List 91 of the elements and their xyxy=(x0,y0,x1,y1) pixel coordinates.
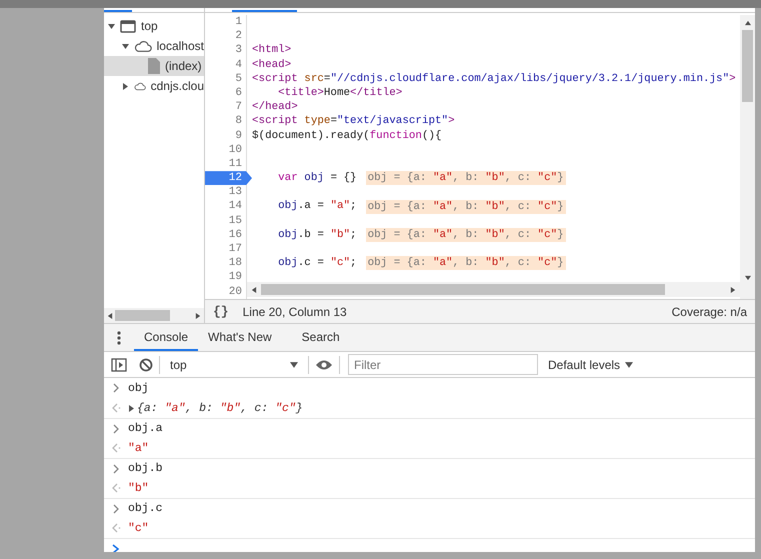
prompt-icon xyxy=(112,504,121,514)
code-line: var obj = {} xyxy=(277,171,357,186)
result-text[interactable]: {a: "a", b: "b", c: "c"} xyxy=(137,402,303,414)
cursor-position: Line 20, Column 13 xyxy=(242,304,347,318)
sidebar-toggle-icon[interactable] xyxy=(111,358,127,372)
inline-value: obj = {a: "a", b: "b", c: "c"} xyxy=(366,171,566,186)
line-number[interactable]: 19 xyxy=(205,270,246,285)
triangle-icon xyxy=(251,286,257,292)
inline-value: obj = {a: "a", b: "b", c: "c"} xyxy=(366,228,566,242)
menu-icon[interactable] xyxy=(117,330,121,344)
line-number[interactable]: 7 xyxy=(205,100,246,114)
context-select[interactable]: top xyxy=(166,358,302,372)
triangle-icon xyxy=(195,312,201,318)
code-line: <script src="//cdnjs.cloudflare.com/ajax/libs/jquery/3.2.1/jquery.min.js"> xyxy=(252,72,736,86)
triangle-icon xyxy=(744,20,750,26)
window-icon xyxy=(120,20,136,32)
result-text: "b" xyxy=(128,482,149,494)
eye-icon[interactable] xyxy=(315,358,333,370)
result-text: "a" xyxy=(128,442,149,454)
tab-indicator xyxy=(104,10,132,12)
clear-icon[interactable] xyxy=(139,358,153,372)
prompt-icon[interactable] xyxy=(112,544,120,552)
command-text: obj.c xyxy=(128,502,163,515)
triangle-icon xyxy=(730,286,736,292)
tree-item[interactable]: top xyxy=(104,16,204,36)
result-text: "c" xyxy=(128,522,149,534)
scroll-thumb[interactable] xyxy=(261,284,665,295)
line-number[interactable]: 11 xyxy=(205,156,246,172)
code-line: obj.a = "a"; xyxy=(277,199,357,214)
line-number[interactable]: 5 xyxy=(205,72,246,86)
line-number[interactable]: 9 xyxy=(205,128,246,143)
code-line: obj.c = "c"; xyxy=(277,256,357,270)
triangle-icon xyxy=(107,312,113,318)
line-number[interactable]: 14 xyxy=(205,199,246,214)
line-number[interactable]: 16 xyxy=(205,228,246,242)
levels-dropdown[interactable]: Default levels xyxy=(548,358,634,372)
coverage-label: Coverage: n/a xyxy=(672,304,747,318)
code-line: <html> xyxy=(252,43,292,58)
drawer-tab[interactable]: Console xyxy=(134,324,198,351)
prompt-icon xyxy=(112,424,121,434)
disclosure-triangle-icon xyxy=(108,22,115,30)
filter-field[interactable]: Filter xyxy=(348,354,538,375)
disclosure-triangle-icon xyxy=(122,42,129,50)
tree-item[interactable]: (index) xyxy=(104,56,204,76)
caret-icon xyxy=(625,360,634,368)
code-line: <script type="text/javascript"> xyxy=(252,114,455,129)
inline-value: obj = {a: "a", b: "b", c: "c"} xyxy=(366,200,566,214)
result-arrow-icon xyxy=(112,523,121,533)
inline-value: obj = {a: "a", b: "b", c: "c"} xyxy=(366,256,566,270)
cloud-icon xyxy=(134,40,152,52)
scrollbar[interactable] xyxy=(247,282,740,297)
result-arrow-icon xyxy=(112,403,121,413)
line-number[interactable]: 17 xyxy=(205,242,246,256)
file-icon xyxy=(148,58,160,74)
tab-indicator xyxy=(232,10,297,12)
triangle-icon xyxy=(744,275,750,281)
line-number[interactable]: 12 xyxy=(205,171,252,186)
code-line: $(document).ready(function(){ xyxy=(252,128,442,143)
caret-icon xyxy=(290,360,298,368)
tree-item[interactable]: localhost xyxy=(104,36,204,56)
scroll-thumb[interactable] xyxy=(115,310,170,321)
line-number[interactable]: 1 xyxy=(205,15,246,30)
line-number[interactable]: 18 xyxy=(205,256,246,270)
code-line: <head> xyxy=(252,58,292,72)
line-number[interactable]: 10 xyxy=(205,142,246,157)
line-number[interactable]: 8 xyxy=(205,114,246,128)
line-number[interactable]: 15 xyxy=(205,214,246,228)
line-number[interactable]: 4 xyxy=(205,58,246,72)
drawer-tab[interactable]: Search xyxy=(292,324,350,351)
result-arrow-icon xyxy=(112,483,121,493)
command-text: obj.a xyxy=(128,422,163,435)
line-number[interactable]: 3 xyxy=(205,43,246,58)
code-line: obj.b = "b"; xyxy=(277,228,357,242)
line-number[interactable]: 6 xyxy=(205,86,246,100)
scrollbar[interactable] xyxy=(740,15,755,299)
format-button[interactable]: {} xyxy=(213,304,229,319)
disclosure-triangle-icon xyxy=(122,82,129,90)
expand-icon[interactable] xyxy=(128,404,135,412)
code-line: </head> xyxy=(252,100,298,114)
drawer-tab[interactable]: What's New xyxy=(198,324,282,351)
line-number[interactable]: 2 xyxy=(205,29,246,44)
command-text: obj xyxy=(128,382,149,394)
command-text: obj.b xyxy=(128,462,163,475)
result-arrow-icon xyxy=(112,443,121,453)
prompt-icon xyxy=(112,383,121,393)
line-number[interactable]: 20 xyxy=(205,284,246,299)
code-line: <title>Home</title> xyxy=(277,86,402,100)
tree-item[interactable]: cdnjs.clou xyxy=(104,76,204,96)
prompt-icon xyxy=(112,464,121,474)
scroll-thumb[interactable] xyxy=(742,30,753,102)
line-number[interactable]: 13 xyxy=(205,185,246,200)
